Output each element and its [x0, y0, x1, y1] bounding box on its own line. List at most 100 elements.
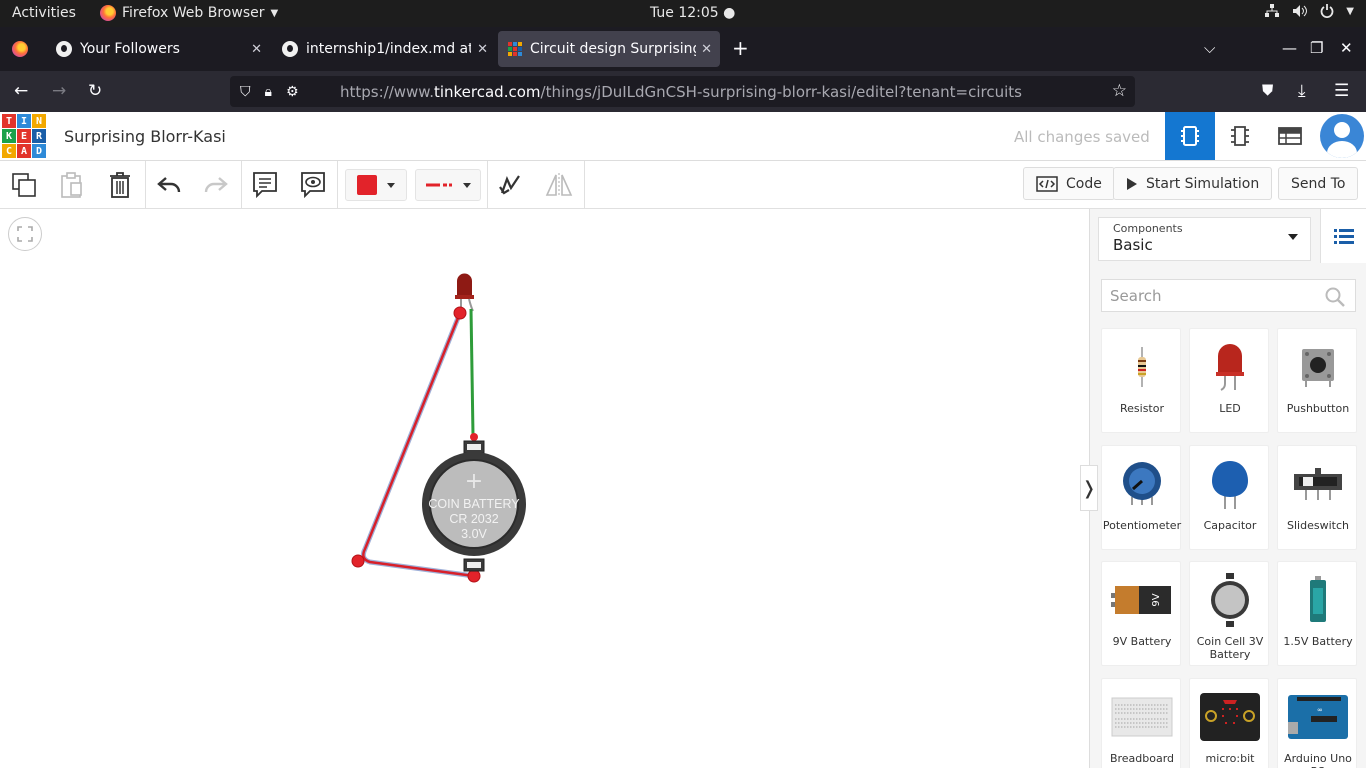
component-label: Potentiometer — [1102, 519, 1182, 532]
window-close-button[interactable]: ✕ — [1340, 39, 1353, 57]
firefox-menu-icon[interactable] — [12, 41, 28, 57]
permissions-icon[interactable]: ⚙︎ — [286, 84, 299, 100]
wire-endpoint[interactable] — [453, 306, 467, 320]
circuit-canvas[interactable]: + COIN BATTERY CR 2032 3.0V — [0, 209, 1089, 768]
component-label: Slideswitch — [1287, 519, 1349, 532]
battery-label-line2: CR 2032 — [449, 512, 498, 526]
component-pushbutton[interactable]: Pushbutton — [1277, 328, 1357, 433]
start-simulation-button[interactable]: Start Simulation — [1113, 167, 1273, 200]
delete-button[interactable] — [104, 169, 136, 201]
reload-button[interactable]: ↻ — [88, 81, 102, 101]
close-icon[interactable]: ✕ — [701, 42, 712, 57]
undo-button[interactable] — [153, 169, 185, 201]
undo-icon — [157, 177, 181, 193]
close-icon[interactable]: ✕ — [251, 42, 262, 57]
circuit-view-button[interactable] — [1165, 112, 1215, 160]
paste-button[interactable] — [55, 169, 87, 201]
trash-icon — [110, 172, 130, 198]
close-icon[interactable]: ✕ — [477, 42, 488, 57]
tracking-protection-icon[interactable]: ⛉ — [240, 84, 251, 100]
resistor-icon — [1138, 347, 1146, 387]
url-text[interactable]: https://www.tinkercad.com/things/jDuILdG… — [340, 83, 1022, 101]
tab-internship-index[interactable]: internship1/index.md at m ✕ — [272, 31, 496, 67]
power-icon — [1320, 4, 1334, 18]
wire-color-swatch — [357, 175, 377, 195]
component-1-5v-battery[interactable]: 1.5V Battery — [1277, 561, 1357, 666]
back-button[interactable]: ← — [14, 81, 28, 101]
coin-battery-component[interactable]: + COIN BATTERY CR 2032 3.0V — [422, 440, 526, 572]
tab-title: internship1/index.md at m — [306, 41, 471, 57]
component-capacitor[interactable]: Capacitor — [1189, 445, 1269, 550]
search-icon — [1325, 287, 1345, 307]
component-label: Coin Cell 3V Battery — [1196, 635, 1264, 661]
rotate-button[interactable] — [494, 169, 526, 201]
coin-cell-icon — [1211, 573, 1249, 627]
component-breadboard[interactable]: Breadboard — [1101, 678, 1181, 768]
logo-letter: K — [2, 129, 16, 143]
wire-type-picker[interactable] — [415, 169, 481, 201]
hamburger-menu-icon[interactable]: ☰ — [1334, 81, 1349, 101]
maximize-button[interactable]: ❐ — [1310, 39, 1323, 57]
pocket-icon[interactable]: ⛊ — [1262, 81, 1273, 99]
list-all-tabs-button[interactable]: ⌵ — [1204, 39, 1215, 57]
component-9v-battery[interactable]: 9V 9V Battery — [1101, 561, 1181, 666]
component-list-view-button[interactable] — [1265, 112, 1315, 160]
note-icon — [253, 172, 277, 199]
redo-button[interactable] — [200, 169, 232, 201]
send-to-button[interactable]: Send To — [1278, 167, 1359, 200]
browser-tab-strip: Your Followers ✕ internship1/index.md at… — [0, 27, 1366, 71]
system-tray[interactable]: ▼ — [1264, 4, 1354, 18]
toolbar-divider — [337, 161, 338, 209]
component-slideswitch[interactable]: Slideswitch — [1277, 445, 1357, 550]
wire-endpoint[interactable] — [467, 569, 481, 583]
firefox-icon — [100, 5, 116, 21]
logo-letter: D — [32, 144, 46, 158]
wire-color-picker[interactable] — [345, 169, 407, 201]
flip-button[interactable] — [543, 169, 575, 201]
minimize-button[interactable]: — — [1282, 39, 1297, 57]
project-title[interactable]: Surprising Blorr-Kasi — [64, 127, 226, 146]
led-component[interactable] — [455, 273, 474, 312]
activities-button[interactable]: Activities — [12, 5, 76, 21]
code-button[interactable]: Code — [1023, 167, 1115, 200]
new-tab-button[interactable]: + — [732, 36, 749, 60]
schematic-view-button[interactable] — [1215, 112, 1265, 160]
forward-button[interactable]: → — [52, 81, 66, 101]
component-search-input[interactable]: Search — [1101, 279, 1356, 312]
circuit-diagram: + COIN BATTERY CR 2032 3.0V — [351, 273, 526, 583]
component-led[interactable]: LED — [1189, 328, 1269, 433]
collapse-panel-button[interactable]: ❭ — [1080, 465, 1098, 511]
notes-button[interactable] — [249, 169, 281, 201]
copy-button[interactable] — [8, 169, 40, 201]
list-view-button[interactable] — [1320, 209, 1366, 263]
bookmark-star-icon[interactable]: ☆ — [1112, 81, 1127, 101]
battery-label-line1: COIN BATTERY — [428, 497, 520, 511]
wire-green[interactable] — [469, 308, 475, 436]
component-arduino-uno[interactable]: ∞ Arduino Uno R3 — [1277, 678, 1357, 768]
clock[interactable]: Tue 12:05 ● — [650, 5, 735, 21]
chevron-right-icon: ❭ — [1081, 477, 1097, 499]
downloads-icon[interactable]: ⤓ — [1298, 81, 1306, 101]
wire-endpoint[interactable] — [351, 554, 365, 568]
notes-visibility-button[interactable] — [297, 169, 329, 201]
tab-title: Your Followers — [80, 41, 180, 57]
pushbutton-icon — [1302, 349, 1334, 387]
component-coin-cell-battery[interactable]: Coin Cell 3V Battery — [1189, 561, 1269, 666]
components-dropdown[interactable]: Components Basic — [1098, 217, 1311, 261]
user-avatar[interactable] — [1320, 114, 1364, 158]
tab-circuit-design[interactable]: Circuit design Surprising B ✕ — [498, 31, 720, 67]
tab-title: Circuit design Surprising B — [530, 41, 696, 57]
tinkercad-logo[interactable]: TIN KER CAD — [2, 114, 46, 158]
app-menu[interactable]: Firefox Web Browser ▼ — [100, 5, 278, 21]
wire-endpoint[interactable] — [470, 433, 478, 441]
url-bar[interactable]: ⛉ 🔒︎ ⚙︎ https://www.tinkercad.com/things… — [230, 76, 1135, 107]
component-label: 1.5V Battery — [1283, 635, 1353, 648]
component-label: Capacitor — [1203, 519, 1257, 532]
component-potentiometer[interactable]: Potentiometer — [1101, 445, 1181, 550]
lock-icon[interactable]: 🔒︎ — [265, 84, 272, 100]
tab-your-followers[interactable]: Your Followers ✕ — [46, 31, 270, 67]
copy-icon — [12, 173, 36, 197]
component-resistor[interactable]: Resistor — [1101, 328, 1181, 433]
start-simulation-label: Start Simulation — [1146, 175, 1260, 192]
component-microbit[interactable]: micro:bit — [1189, 678, 1269, 768]
